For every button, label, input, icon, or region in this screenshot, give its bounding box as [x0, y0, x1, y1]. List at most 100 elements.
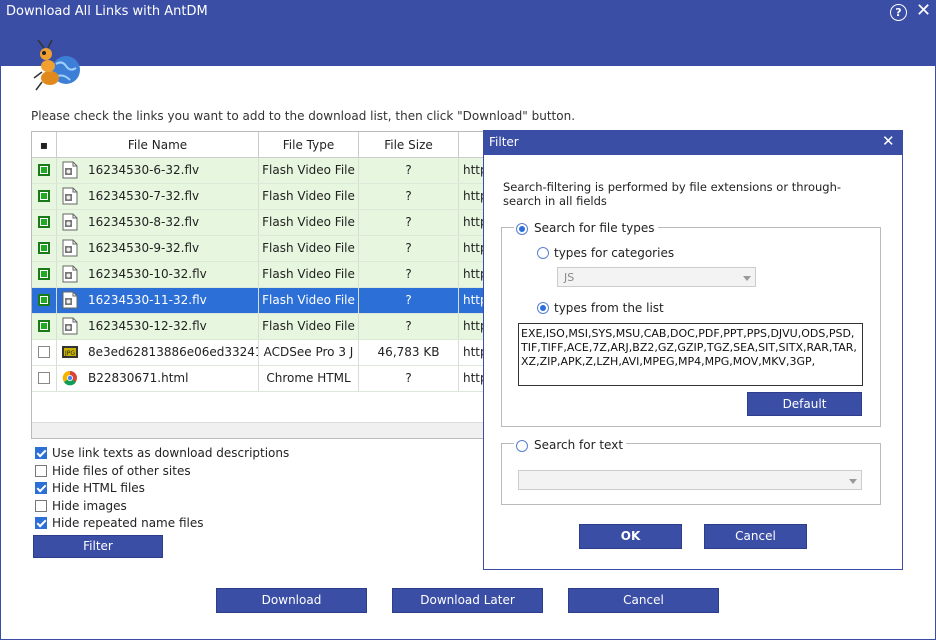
download-later-button[interactable]: Download Later — [392, 588, 543, 613]
option-label: Hide repeated name files — [52, 516, 204, 530]
option-checkbox-row[interactable]: Hide images — [35, 499, 295, 514]
horizontal-scrollbar[interactable] — [32, 422, 490, 438]
file-type-cell: Chrome HTML — [259, 366, 359, 391]
table-row[interactable]: 16234530-10-32.flv Flash Video File? http — [32, 262, 490, 288]
download-button[interactable]: Download — [216, 588, 367, 613]
row-checkbox[interactable] — [38, 294, 50, 306]
search-text-radio[interactable] — [516, 440, 528, 452]
option-checkbox-row[interactable]: Hide files of other sites — [35, 464, 295, 479]
column-header-file-size[interactable]: File Size — [359, 132, 459, 158]
option-checkbox[interactable] — [35, 499, 47, 512]
row-checkbox-cell — [32, 340, 57, 365]
option-checkbox-row[interactable]: Hide repeated name files — [35, 516, 295, 531]
chrome-icon — [62, 370, 77, 386]
table-row[interactable]: 16234530-11-32.flv Flash Video File? http — [32, 288, 490, 314]
file-name: 16234530-6-32.flv — [88, 163, 200, 177]
row-checkbox-cell — [32, 184, 57, 209]
row-checkbox[interactable] — [38, 346, 50, 358]
close-icon[interactable]: ✕ — [916, 1, 931, 21]
window-title: Download All Links with AntDM — [6, 4, 208, 19]
option-checkbox[interactable] — [35, 517, 47, 529]
file-type-cell: Flash Video File — [259, 210, 359, 235]
filter-dialog: Filter ✕ Search-filtering is performed b… — [483, 130, 903, 570]
file-name-cell: 16234530-7-32.flv — [57, 184, 259, 209]
svg-text:JPG: JPG — [64, 350, 75, 357]
column-header-file-type[interactable]: File Type — [259, 132, 359, 158]
ok-button[interactable]: OK — [579, 524, 682, 549]
types-list-radio[interactable] — [537, 302, 549, 314]
table-row[interactable]: 16234530-6-32.flv Flash Video File? http — [32, 158, 490, 184]
option-label: Use link texts as download descriptions — [52, 446, 290, 460]
search-text-label: Search for text — [534, 438, 624, 452]
chevron-down-icon — [849, 479, 857, 484]
select-all-column-header[interactable]: ▪ — [32, 132, 57, 158]
option-checkbox[interactable] — [35, 482, 47, 494]
file-type-cell: Flash Video File — [259, 288, 359, 313]
option-checkbox[interactable] — [35, 464, 47, 477]
flash-file-icon — [62, 239, 78, 257]
row-checkbox[interactable] — [38, 190, 50, 202]
types-categories-radio[interactable] — [537, 247, 549, 259]
column-header-file-name[interactable]: File Name — [57, 132, 259, 158]
table-row[interactable]: 16234530-9-32.flv Flash Video File? http — [32, 236, 490, 262]
file-name-cell: JPG 8e3ed62813886e06ed33241 — [57, 340, 259, 365]
row-checkbox[interactable] — [38, 216, 50, 228]
cancel-button[interactable]: Cancel — [568, 588, 719, 613]
links-table: ▪ File Name File Type File Size 16234530… — [31, 131, 491, 439]
types-list-label: types from the list — [554, 301, 664, 315]
row-checkbox[interactable] — [38, 320, 50, 332]
row-checkbox-cell — [32, 158, 57, 183]
filter-close-icon[interactable]: ✕ — [882, 132, 895, 150]
search-file-types-radio[interactable] — [516, 223, 528, 235]
row-checkbox[interactable] — [38, 164, 50, 176]
file-name: 16234530-10-32.flv — [88, 267, 207, 281]
category-dropdown-value: JS — [564, 271, 575, 284]
filter-button[interactable]: Filter — [33, 535, 163, 558]
flash-file-icon — [62, 213, 78, 231]
search-text-legend: Search for text — [514, 437, 627, 453]
flash-file-icon — [62, 265, 78, 283]
table-row[interactable]: JPG 8e3ed62813886e06ed33241 ACDSee Pro 3 J… — [32, 340, 490, 366]
table-row[interactable]: B22830671.html Chrome HTML? http — [32, 366, 490, 392]
file-name-cell: 16234530-6-32.flv — [57, 158, 259, 183]
file-name-cell: 16234530-8-32.flv — [57, 210, 259, 235]
file-size-cell: ? — [359, 288, 459, 313]
option-checkbox-row[interactable]: Use link texts as download descriptions — [35, 446, 295, 461]
file-size-cell: ? — [359, 210, 459, 235]
table-row[interactable]: 16234530-8-32.flv Flash Video File? http — [32, 210, 490, 236]
file-name-cell: 16234530-10-32.flv — [57, 262, 259, 287]
help-icon[interactable]: ? — [890, 4, 907, 21]
file-name: 16234530-7-32.flv — [88, 189, 200, 203]
category-dropdown[interactable]: JS — [557, 267, 756, 287]
file-name-cell: B22830671.html — [57, 366, 259, 391]
row-checkbox-cell — [32, 366, 57, 391]
file-name: 16234530-12-32.flv — [88, 319, 207, 333]
row-checkbox-cell — [32, 210, 57, 235]
option-label: Hide images — [52, 498, 127, 513]
row-checkbox[interactable] — [38, 242, 50, 254]
instruction-text: Please check the links you want to add t… — [31, 109, 576, 123]
default-button[interactable]: Default — [747, 392, 862, 416]
table-row[interactable]: 16234530-12-32.flv Flash Video File? http — [32, 314, 490, 340]
option-checkbox-row[interactable]: Hide HTML files — [35, 481, 295, 496]
search-text-combo[interactable] — [518, 470, 862, 490]
file-type-cell: Flash Video File — [259, 236, 359, 261]
search-file-types-label: Search for file types — [534, 221, 655, 235]
row-checkbox[interactable] — [38, 372, 50, 384]
row-checkbox[interactable] — [38, 268, 50, 280]
file-size-cell: ? — [359, 262, 459, 287]
types-list-textarea[interactable]: EXE,ISO,MSI,SYS,MSU,CAB,DOC,PDF,PPT,PPS,… — [518, 323, 863, 386]
filter-dialog-title: Filter — [489, 135, 519, 149]
file-size-cell: ? — [359, 236, 459, 261]
file-type-cell: Flash Video File — [259, 262, 359, 287]
flash-file-icon — [62, 317, 78, 335]
filter-cancel-button[interactable]: Cancel — [704, 524, 807, 549]
table-row[interactable]: 16234530-7-32.flv Flash Video File? http — [32, 184, 490, 210]
file-size-cell: ? — [359, 158, 459, 183]
option-checkbox[interactable] — [35, 447, 47, 459]
flash-file-icon — [62, 187, 78, 205]
file-name: 16234530-11-32.flv — [88, 293, 207, 307]
file-name: 16234530-9-32.flv — [88, 241, 200, 255]
flash-file-icon — [62, 291, 78, 309]
row-checkbox-cell — [32, 288, 57, 313]
